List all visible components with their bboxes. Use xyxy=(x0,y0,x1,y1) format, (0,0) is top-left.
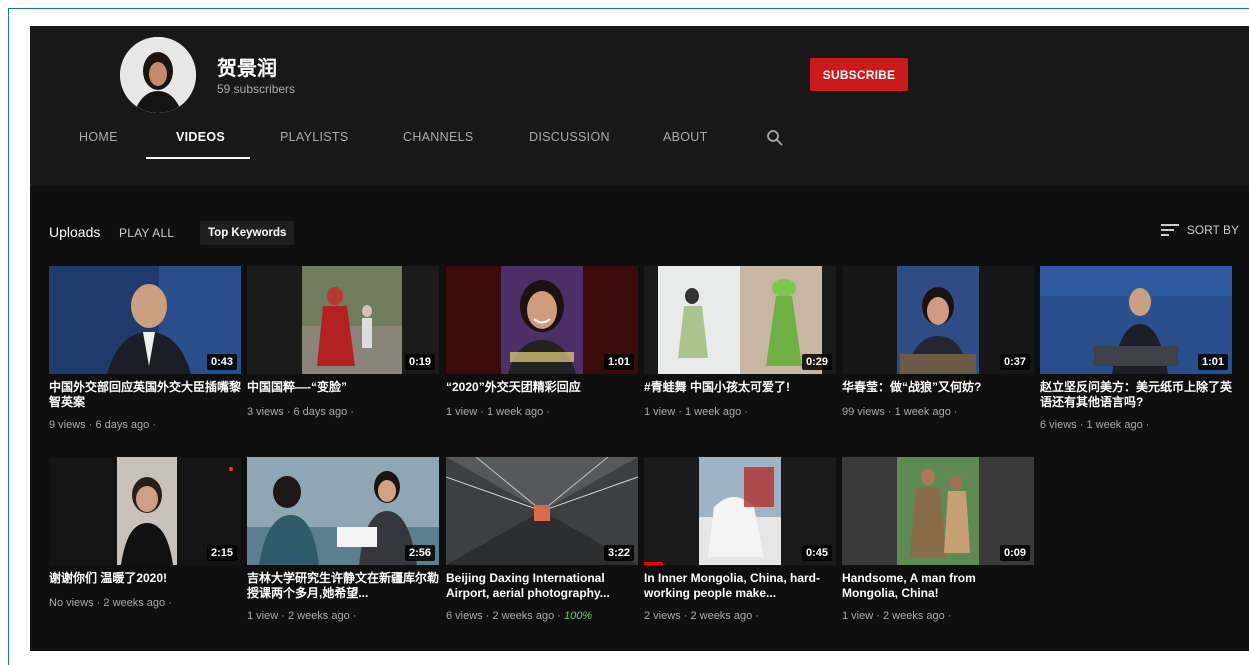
video-duration: 0:09 xyxy=(999,545,1030,561)
video-duration: 1:01 xyxy=(1197,354,1228,370)
video-meta: 99 views · 1 week ago · xyxy=(842,406,958,418)
video-duration: 0:37 xyxy=(999,354,1030,370)
subscribe-button[interactable]: SUBSCRIBE xyxy=(810,58,908,91)
video-title[interactable]: 谢谢你们 温暖了2020! xyxy=(49,571,241,586)
tab-playlists[interactable]: PLAYLISTS xyxy=(280,130,348,144)
top-keywords-chip[interactable]: Top Keywords xyxy=(200,221,295,245)
video-duration: 2:56 xyxy=(404,545,435,561)
video-title[interactable]: 中国外交部回应英国外交大臣插嘴黎智英案 xyxy=(49,380,241,410)
video-meta: 9 views · 6 days ago · xyxy=(49,419,156,431)
youtube-channel-page: 贺景润 59 subscribers SUBSCRIBE HOME VIDEOS… xyxy=(30,26,1249,651)
video-duration: 3:22 xyxy=(603,545,634,561)
video-title[interactable]: 赵立坚反问美方：美元纸币上除了英语还有其他语言吗? xyxy=(1040,380,1232,410)
tab-channels[interactable]: CHANNELS xyxy=(403,130,473,144)
video-meta-text: 6 views · 2 weeks ago · xyxy=(446,610,561,622)
video-meta: 3 views · 6 days ago · xyxy=(247,406,354,418)
video-duration: 0:45 xyxy=(801,545,832,561)
video-thumbnail[interactable]: 0:37 xyxy=(842,266,1034,374)
video-duration: 2:15 xyxy=(206,545,237,561)
channel-header: 贺景润 59 subscribers SUBSCRIBE HOME VIDEOS… xyxy=(30,26,1249,186)
video-meta: 2 views · 2 weeks ago · xyxy=(644,610,759,622)
video-title[interactable]: 吉林大学研究生许静文在新疆库尔勒授课两个多月,她希望... xyxy=(247,571,439,601)
active-tab-indicator xyxy=(146,157,250,159)
video-title[interactable]: Handsome, A man from Mongolia, China! xyxy=(842,571,1034,601)
video-thumbnail[interactable]: 2:56 xyxy=(247,457,439,565)
video-duration: 0:29 xyxy=(801,354,832,370)
video-thumbnail[interactable]: 0:43 xyxy=(49,266,241,374)
video-meta: 1 view · 2 weeks ago · xyxy=(842,610,952,622)
video-thumbnail[interactable]: 2:15 xyxy=(49,457,241,565)
uploads-heading: Uploads xyxy=(49,224,101,240)
video-duration: 1:01 xyxy=(603,354,634,370)
video-title[interactable]: 中国国粹—-“变脸” xyxy=(247,380,439,395)
avatar-portrait-icon xyxy=(120,37,196,113)
tab-discussion[interactable]: DISCUSSION xyxy=(529,130,610,144)
video-duration: 0:19 xyxy=(404,354,435,370)
search-icon[interactable] xyxy=(766,129,784,147)
channel-name: 贺景润 xyxy=(217,56,277,80)
video-thumbnail[interactable]: 1:01 xyxy=(1040,266,1232,374)
tab-videos[interactable]: VIDEOS xyxy=(176,130,225,144)
tab-home[interactable]: HOME xyxy=(79,130,118,144)
watch-progress-bar xyxy=(644,562,664,565)
video-thumbnail[interactable]: 1:01 xyxy=(446,266,638,374)
video-meta: 6 views · 2 weeks ago · 100% xyxy=(446,610,592,622)
video-thumbnail[interactable]: 0:09 xyxy=(842,457,1034,565)
video-thumbnail[interactable]: 0:19 xyxy=(247,266,439,374)
video-meta: 1 view · 1 week ago · xyxy=(446,406,550,418)
sort-by-label: SORT BY xyxy=(1186,223,1239,237)
channel-tabs: HOME VIDEOS PLAYLISTS CHANNELS DISCUSSIO… xyxy=(30,120,1249,160)
video-thumbnail[interactable]: 0:45 xyxy=(644,457,836,565)
video-duration: 0:43 xyxy=(206,354,237,370)
video-title[interactable]: 华春莹：做“战狼”又何妨? xyxy=(842,380,1034,395)
watched-percent: 100% xyxy=(564,610,593,622)
video-meta: 1 view · 2 weeks ago · xyxy=(247,610,357,622)
video-meta: 1 view · 1 week ago · xyxy=(644,406,748,418)
sort-icon xyxy=(1160,224,1179,236)
channel-avatar[interactable] xyxy=(120,37,196,113)
video-thumbnail[interactable]: 0:29 xyxy=(644,266,836,374)
video-title[interactable]: In Inner Mongolia, China, hard-working p… xyxy=(644,571,836,601)
video-meta: No views · 2 weeks ago · xyxy=(49,597,172,609)
video-title[interactable]: Beijing Daxing International Airport, ae… xyxy=(446,571,638,601)
video-meta: 6 views · 1 week ago · xyxy=(1040,419,1150,431)
video-thumbnail[interactable]: 3:22 xyxy=(446,457,638,565)
subscriber-count: 59 subscribers xyxy=(217,82,296,96)
video-title[interactable]: “2020”外交天团精彩回应 xyxy=(446,380,638,395)
video-title[interactable]: #青蛙舞 中国小孩太可爱了! xyxy=(644,380,836,395)
tab-about[interactable]: ABOUT xyxy=(663,130,708,144)
sort-by-button[interactable]: SORT BY xyxy=(1160,223,1239,237)
play-all-button[interactable]: PLAY ALL xyxy=(119,226,174,240)
